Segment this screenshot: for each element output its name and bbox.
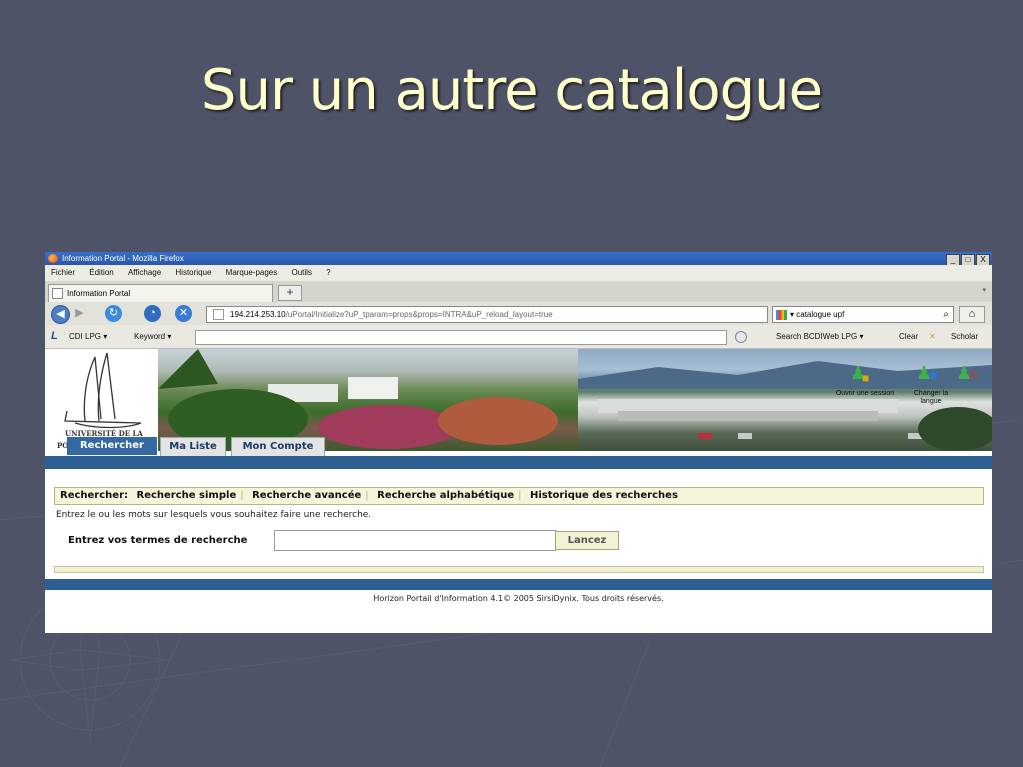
- menu-bar: Fichier Édition Affichage Historique Mar…: [45, 265, 992, 281]
- page-icon: [52, 288, 63, 300]
- results-divider: [54, 566, 984, 573]
- menu-historique[interactable]: Historique: [175, 268, 211, 277]
- recherche-avancee-link[interactable]: Recherche avancée: [252, 490, 361, 501]
- lancez-button[interactable]: Lancez: [555, 531, 619, 550]
- search-terms-label: Entrez vos termes de recherche: [68, 535, 248, 546]
- open-session-label[interactable]: Ouvrir une session: [820, 390, 910, 398]
- navigation-bar: ◀ ▶ ↻ ◔ ✕ 194.214.253.10/uPortal/Initial…: [45, 302, 992, 334]
- clear-button[interactable]: Clear: [899, 325, 918, 348]
- university-logo: UNIVERSITÉ DE LA PO: [45, 349, 158, 451]
- portal-tabs: Rechercher Ma Liste Mon Compte: [45, 437, 992, 457]
- bcdi-logo-icon: L: [51, 330, 58, 342]
- tab-title: Information Portal: [67, 289, 131, 298]
- separator: |: [518, 490, 522, 501]
- google-icon: [776, 309, 787, 320]
- keyword-input[interactable]: [195, 330, 727, 345]
- browser-screenshot: Information Portal - Mozilla Firefox _ □ X…: [45, 252, 992, 633]
- search-type-bar: Rechercher: Recherche simple | Recherche …: [54, 487, 984, 505]
- lifebuoy-icon[interactable]: ◎: [968, 367, 978, 381]
- tab-mon-compte[interactable]: Mon Compte: [231, 437, 325, 457]
- menu-outils[interactable]: Outils: [291, 268, 311, 277]
- tab-rechercher[interactable]: Rechercher: [67, 437, 157, 455]
- historique-recherches-link[interactable]: Historique des recherches: [530, 490, 678, 501]
- search-bcdiweb-menu[interactable]: Search BCDIWeb LPG ▾: [776, 325, 863, 348]
- new-tab-button[interactable]: +: [278, 285, 302, 301]
- tab-strip: Information Portal + ▾: [45, 281, 992, 303]
- session-icons: ♟ ■ ♟ ◉ ♟ ◎ Ouvrir une session Changer l…: [836, 363, 992, 413]
- recherche-alphabetique-link[interactable]: Recherche alphabétique: [377, 490, 514, 501]
- header-band: [45, 456, 992, 469]
- url-host: 194.214.253.10: [230, 310, 286, 319]
- search-type-label: Rechercher:: [60, 490, 129, 501]
- reload-icon[interactable]: ↻: [105, 305, 122, 322]
- url-path: /uPortal/Initialize?uP_tparam=props&prop…: [285, 310, 553, 319]
- search-hint: Entrez le ou les mots sur lesquels vous …: [56, 510, 372, 520]
- history-icon[interactable]: ◔: [144, 305, 161, 322]
- keyword-menu[interactable]: Keyword ▾: [134, 325, 171, 348]
- scholar-button[interactable]: Scholar: [951, 325, 978, 348]
- sailboat-logo-icon: [64, 352, 142, 429]
- copyright-footer: Horizon Portail d'Information 4.1© 2005 …: [373, 594, 664, 603]
- separator: |: [365, 490, 369, 501]
- tab-list-chevron-icon[interactable]: ▾: [982, 286, 986, 294]
- recherche-simple-link[interactable]: Recherche simple: [137, 490, 237, 501]
- menu-marque-pages[interactable]: Marque-pages: [226, 268, 278, 277]
- globe-icon[interactable]: ◉: [928, 367, 938, 381]
- firefox-icon: [48, 254, 58, 263]
- back-arrow-icon[interactable]: ◀: [51, 305, 70, 324]
- slide-title: Sur un autre catalogue: [200, 58, 823, 123]
- footer-band: [45, 579, 992, 590]
- address-bar[interactable]: 194.214.253.10/uPortal/Initialize?uP_tpa…: [206, 306, 903, 334]
- site-identity-icon: [213, 309, 224, 321]
- window-title: Information Portal - Mozilla Firefox: [62, 254, 184, 263]
- change-language-label[interactable]: Changer la langue: [906, 390, 956, 406]
- tab-ma-liste[interactable]: Ma Liste: [160, 437, 226, 457]
- campus-photo-left-art: [158, 349, 558, 449]
- separator: |: [240, 490, 244, 501]
- window-titlebar: Information Portal - Mozilla Firefox _ □ X: [45, 252, 992, 266]
- clear-broom-icon: ✕: [929, 332, 936, 341]
- search-input[interactable]: ▾ catalogue upf ⌕: [772, 306, 954, 323]
- menu-edition[interactable]: Édition: [89, 268, 113, 277]
- search-value: catalogue upf: [796, 310, 845, 319]
- portal-banner: UNIVERSITÉ DE LA PO ♟ ■ ♟ ◉ ♟ ◎ Ouvrir u…: [45, 349, 992, 451]
- menu-help[interactable]: ?: [326, 268, 330, 277]
- go-circle-icon[interactable]: [735, 331, 747, 343]
- tab-information-portal[interactable]: Information Portal: [48, 284, 273, 302]
- menu-affichage[interactable]: Affichage: [128, 268, 161, 277]
- menu-fichier[interactable]: Fichier: [51, 268, 75, 277]
- home-icon[interactable]: ⌂: [959, 306, 985, 323]
- cdi-lpg-menu[interactable]: CDI LPG ▾: [69, 325, 107, 348]
- search-terms-input[interactable]: [274, 530, 556, 551]
- lock-icon[interactable]: ■: [862, 371, 869, 385]
- stop-icon[interactable]: ✕: [175, 305, 192, 322]
- campus-photo-left: [158, 349, 578, 451]
- search-magnifier-icon[interactable]: ⌕: [943, 307, 949, 322]
- forward-arrow-icon[interactable]: ▶: [71, 305, 88, 322]
- bcdi-toolbar: L CDI LPG ▾ Keyword ▾ Search BCDIWeb LPG…: [45, 325, 992, 349]
